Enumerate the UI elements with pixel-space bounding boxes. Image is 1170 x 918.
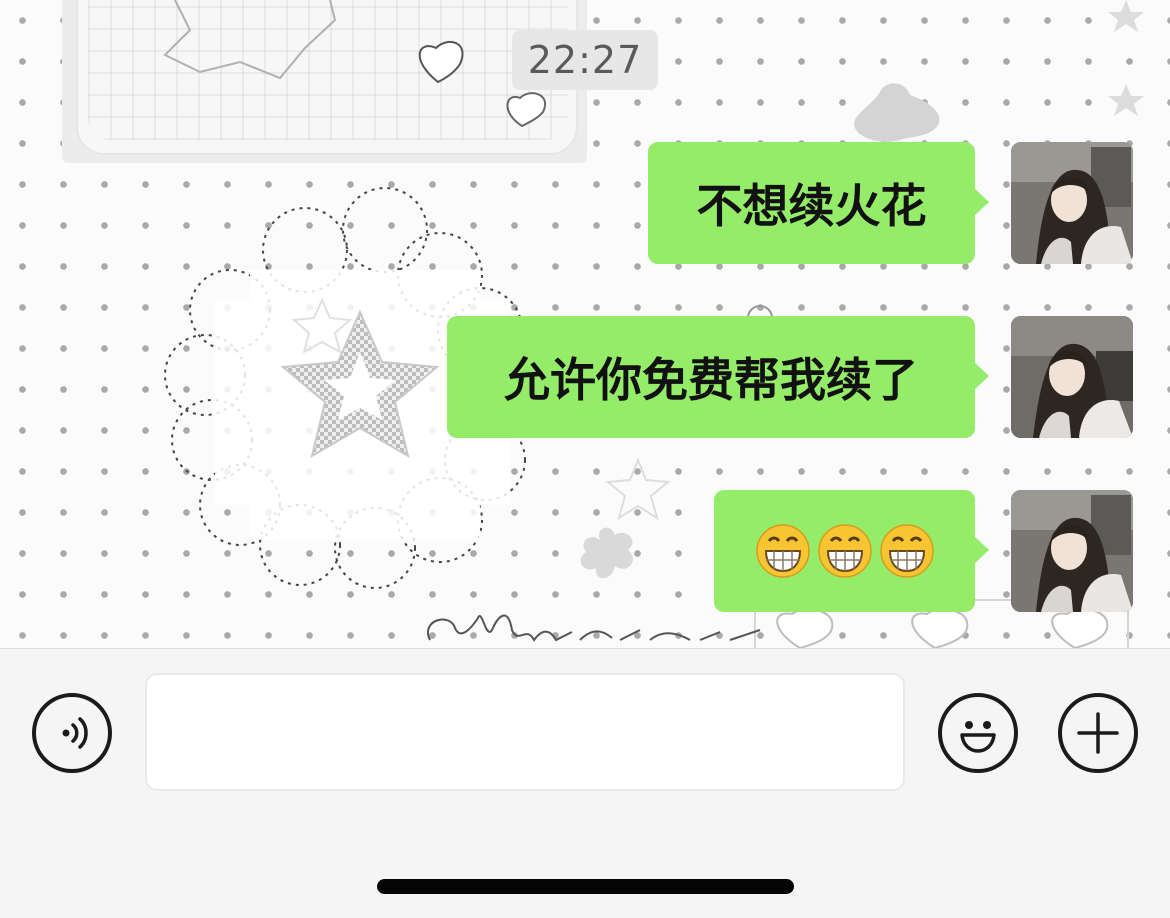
message-input[interactable] [145,673,905,791]
message-row [0,490,1170,614]
smiley-icon [960,721,996,753]
plus-icon [1077,712,1119,754]
message-row: 允许你免费帮我续了 [0,316,1170,440]
grinning-face-icon [817,523,873,579]
grinning-face-icon [755,523,811,579]
message-bubble[interactable]: 允许你免费帮我续了 [447,316,989,438]
more-button[interactable] [1058,693,1138,773]
message-text: 允许你免费帮我续了 [504,353,918,407]
input-bar [0,648,1170,918]
home-indicator [377,879,794,894]
message-row: 不想续火花 [0,142,1170,266]
avatar[interactable] [1011,490,1133,612]
message-text: 不想续火花 [696,179,927,233]
avatar-image [1011,142,1133,264]
avatar[interactable] [1011,316,1133,438]
emoji-button[interactable] [938,693,1018,773]
message-bubble[interactable]: 不想续火花 [648,142,989,264]
message-bubble[interactable] [714,490,989,612]
timestamp: 22:27 [512,30,658,90]
avatar-image [1011,490,1133,612]
avatar[interactable] [1011,142,1133,264]
chat-area[interactable]: 22:27 不想续火花 允许你免费帮我续了 [0,0,1170,648]
voice-icon [62,717,88,749]
voice-button[interactable] [32,693,112,773]
avatar-image [1011,316,1133,438]
grinning-face-icon [879,523,935,579]
